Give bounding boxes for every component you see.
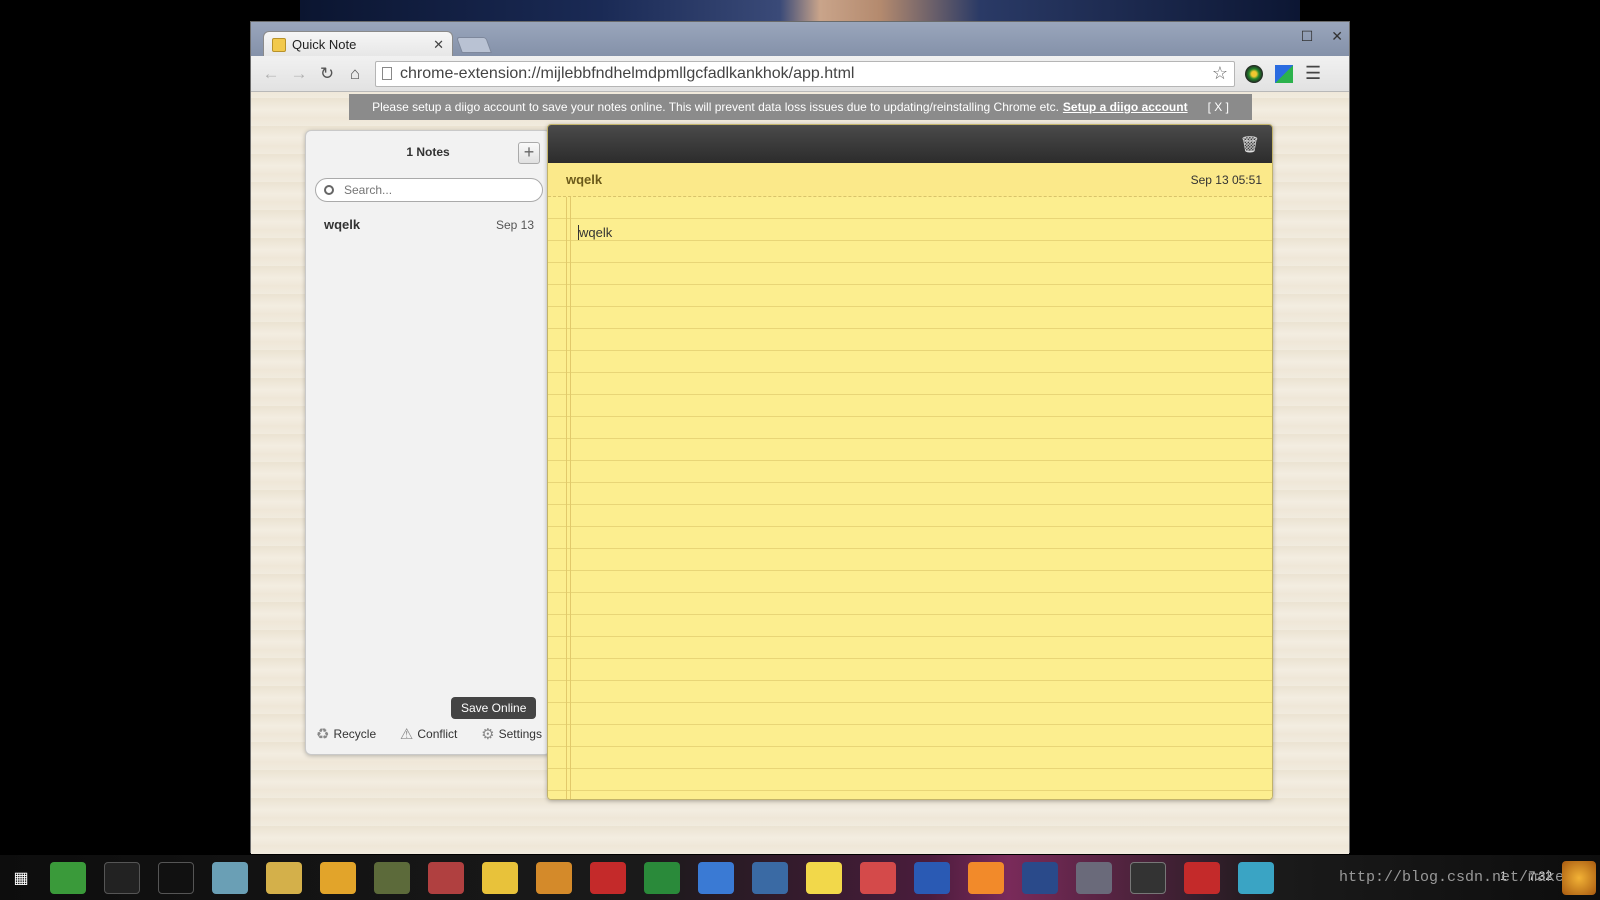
angry-birds-icon[interactable]	[590, 861, 626, 894]
pinned-apps	[50, 861, 1274, 894]
settings-label: Settings	[498, 727, 542, 741]
forward-icon[interactable]: →	[285, 64, 313, 84]
note-title: wqelk	[566, 172, 603, 187]
editor-header: 🗑	[548, 125, 1272, 163]
app-icon[interactable]	[50, 861, 86, 894]
gmail-icon[interactable]	[860, 861, 896, 894]
browser-toolbar: ← → ↻ ⌂ chrome-extension://mijlebbfndhel…	[251, 56, 1349, 92]
app-icon[interactable]	[914, 861, 950, 894]
window-close-icon[interactable]: ✕	[1331, 28, 1343, 45]
tab-strip: Quick Note ✕ ☐ ✕	[251, 22, 1349, 57]
browser-window: Quick Note ✕ ☐ ✕ ← → ↻ ⌂ chrome-extensio…	[250, 21, 1350, 854]
conflict-button[interactable]: ⚠ Conflict	[400, 725, 457, 743]
setup-diigo-link[interactable]: Setup a diigo account	[1063, 100, 1188, 114]
window-controls: ☐ ✕	[1301, 28, 1343, 45]
extension-icons: ☰	[1245, 63, 1321, 84]
app-icon[interactable]	[968, 861, 1004, 894]
search-box	[315, 178, 543, 202]
extension-circle-icon[interactable]	[1245, 64, 1263, 83]
quick-note-icon[interactable]	[806, 861, 842, 894]
watermark-text: http://blog.csdn.net/makeli	[1338, 869, 1582, 886]
recycle-icon: ♻	[316, 726, 330, 743]
note-editor: 🗑 wqelk Sep 13 05:51 wqelk	[547, 124, 1273, 800]
notes-sidebar: 1 Notes + wqelk Sep 13 ♻ Recycle ⚠ Confl…	[305, 130, 551, 755]
notes-count: 1 Notes	[406, 145, 450, 159]
diigo-notice-bar: Please setup a diigo account to save you…	[349, 94, 1252, 120]
tab-title: Quick Note	[292, 37, 357, 52]
conflict-label: Conflict	[417, 727, 458, 741]
app-icon[interactable]	[266, 861, 302, 894]
note-paper[interactable]: wqelk	[548, 197, 1272, 799]
notice-close-button[interactable]: [ X ]	[1208, 100, 1229, 114]
files-icon[interactable]	[698, 861, 734, 894]
menu-icon[interactable]: ☰	[1305, 63, 1321, 84]
quick-note-favicon-icon	[272, 37, 286, 52]
amazon-icon[interactable]	[158, 861, 194, 894]
maximize-icon[interactable]: ☐	[1301, 28, 1314, 45]
note-item-title: wqelk	[324, 217, 361, 232]
app-icon[interactable]	[374, 861, 410, 894]
bookmark-star-icon[interactable]: ☆	[1212, 63, 1228, 84]
tab-quick-note[interactable]: Quick Note ✕	[263, 31, 453, 57]
app-icon[interactable]	[1184, 861, 1220, 894]
app-icon[interactable]	[1076, 861, 1112, 894]
note-date: Sep 13 05:51	[1190, 172, 1262, 187]
sidebar-footer: ♻ Recycle ⚠ Conflict ⚙ Settings	[316, 725, 542, 743]
app-icon[interactable]	[1022, 861, 1058, 894]
search-input[interactable]	[344, 183, 524, 197]
new-tab-button[interactable]	[456, 37, 492, 53]
back-icon[interactable]: ←	[257, 64, 285, 84]
trash-icon[interactable]: 🗑	[1240, 135, 1260, 155]
system-tray[interactable]: 1 7:32 http://blog.csdn.net/makeli	[1339, 869, 1582, 886]
warning-icon: ⚠	[399, 726, 414, 743]
app-icon[interactable]	[536, 861, 572, 894]
store-icon[interactable]	[752, 861, 788, 894]
page-content: Please setup a diigo account to save you…	[251, 92, 1349, 854]
app-icon[interactable]	[428, 861, 464, 894]
url-text: chrome-extension://mijlebbfndhelmdpmllgc…	[400, 64, 855, 82]
list-item[interactable]: wqelk Sep 13	[324, 217, 534, 232]
app-launcher-icon[interactable]: ▦	[0, 868, 42, 888]
page-icon	[382, 67, 392, 80]
taskbar: ▦ 1 7:32 http://blog.csdn.net/makeli	[0, 855, 1600, 900]
address-bar[interactable]: chrome-extension://mijlebbfndhelmdpmllgc…	[375, 60, 1235, 87]
editor-titlebar: wqelk Sep 13 05:51	[548, 163, 1272, 197]
app-icon[interactable]	[1238, 861, 1274, 894]
app-icon[interactable]	[644, 861, 680, 894]
note-body-text[interactable]: wqelk	[578, 225, 612, 240]
add-note-button[interactable]: +	[518, 142, 540, 164]
extension-square-icon[interactable]	[1275, 64, 1293, 83]
save-online-tooltip: Save Online	[451, 697, 537, 719]
recycle-label: Recycle	[333, 727, 377, 741]
youtube-icon[interactable]	[104, 861, 140, 894]
app-icon[interactable]	[482, 861, 518, 894]
avatar[interactable]	[1562, 861, 1596, 895]
settings-button[interactable]: ⚙ Settings	[481, 725, 542, 743]
app-icon[interactable]	[1130, 861, 1166, 894]
home-icon[interactable]: ⌂	[341, 64, 369, 84]
tab-close-icon[interactable]: ✕	[433, 37, 444, 53]
reload-icon[interactable]: ↻	[313, 64, 341, 84]
note-item-date: Sep 13	[495, 217, 534, 232]
notice-text: Please setup a diigo account to save you…	[372, 100, 1059, 114]
app-icon[interactable]	[320, 861, 356, 894]
gear-icon: ⚙	[481, 726, 495, 743]
recycle-button[interactable]: ♻ Recycle	[316, 725, 376, 743]
app-icon[interactable]	[212, 861, 248, 894]
search-icon	[324, 185, 334, 195]
